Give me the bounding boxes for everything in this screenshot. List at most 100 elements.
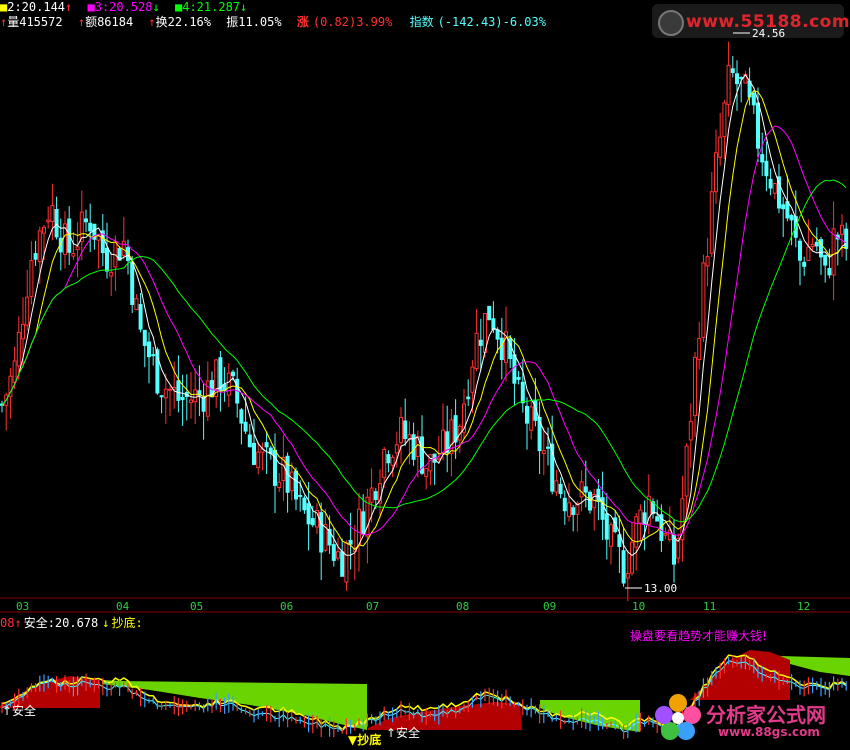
candle-body: [730, 68, 735, 74]
candle-body: [386, 454, 391, 464]
candle-body: [252, 442, 256, 465]
candle-body: [75, 246, 80, 251]
candle-body: [256, 451, 261, 469]
safe-marker: ↑安全: [386, 725, 420, 740]
candle-body: [54, 209, 59, 238]
candle-body: [163, 388, 168, 399]
candle-body: [567, 502, 571, 517]
candle-body: [642, 512, 647, 525]
candle-body: [50, 205, 55, 222]
candle-body: [701, 262, 706, 338]
candle-body: [109, 271, 114, 277]
candle-body: [621, 550, 626, 584]
bottom-marker: ▼抄底: [348, 732, 381, 747]
candle-body: [231, 371, 235, 377]
candle-body: [478, 339, 483, 346]
candle-body: [29, 260, 34, 297]
candle-body: [512, 354, 517, 384]
watermark-88gs: 分析家公式网 www.88gs.com: [648, 685, 848, 747]
candle-body: [130, 261, 135, 305]
candle-body: [638, 509, 643, 525]
candle-body: [218, 357, 223, 391]
candle-body: [37, 230, 42, 263]
candle-body: [667, 529, 672, 541]
candle-body: [470, 366, 475, 393]
candle-body: [201, 396, 206, 412]
candle-body: [579, 481, 584, 498]
candle-body: [294, 470, 298, 500]
candle-body: [105, 247, 109, 272]
candle-body: [487, 305, 492, 321]
candle-body: [529, 406, 534, 431]
candle-body: [546, 446, 550, 449]
candle-body: [625, 573, 630, 579]
candle-body: [340, 551, 345, 577]
candle-body: [176, 380, 181, 401]
ma10-line: [1, 90, 847, 551]
candle-body: [96, 235, 101, 241]
slogan-text: 操盘要看趋势才能赚大钱!: [630, 629, 767, 643]
candle-body: [46, 219, 51, 223]
candle-body: [466, 396, 471, 400]
candle-body: [373, 491, 378, 501]
candle-body: [840, 224, 844, 235]
candle-body: [298, 494, 303, 497]
candle-body: [663, 533, 668, 536]
candle-body: [525, 405, 529, 424]
candle-body: [361, 511, 366, 535]
candle-body: [151, 354, 156, 357]
candle-body: [588, 491, 592, 511]
candle-body: [399, 416, 403, 443]
candle-body: [193, 389, 198, 403]
candle-body: [25, 296, 30, 326]
indicator-prefix: 08: [0, 616, 15, 630]
candle-body: [772, 183, 777, 194]
candle-body: [768, 178, 773, 189]
candle-body: [33, 253, 38, 260]
candle-body: [751, 92, 756, 106]
candle-body: [159, 395, 164, 398]
candle-body: [596, 488, 601, 502]
candle-body: [441, 429, 445, 455]
candle-body: [630, 541, 634, 574]
down-arrow-icon: ↓: [102, 616, 110, 630]
candle-body: [394, 444, 399, 454]
candle-body: [571, 507, 576, 515]
candle-body: [789, 214, 794, 221]
x-label-05: 05: [190, 600, 204, 613]
candle-body: [71, 252, 76, 257]
candle-body: [147, 341, 151, 358]
candle-body: [121, 240, 126, 256]
candle-body: [21, 323, 25, 340]
x-label-11: 11: [703, 600, 717, 613]
candle-body: [336, 551, 340, 559]
candle-body: [84, 218, 88, 223]
candle-body: [705, 256, 710, 267]
candle-body: [672, 535, 676, 565]
candle-body: [390, 456, 395, 466]
x-label-07: 07: [366, 600, 380, 613]
indicator-header: 08↑ 安全:20.678 ↓ 抄底:: [0, 614, 147, 630]
high-price-label: 24.56: [752, 27, 785, 40]
candle-body: [243, 421, 248, 432]
candle-body: [756, 102, 760, 149]
x-label-06: 06: [280, 600, 294, 613]
candle-body: [814, 241, 819, 247]
candle-body: [16, 331, 21, 367]
candle-body: [134, 298, 139, 311]
x-label-08: 08: [456, 600, 470, 613]
bottom-label: 抄底:: [111, 616, 143, 630]
stock-chart-window: ■2:20.144↑ ■3:20.528↓ ■4:21.287↓ ↑量41557…: [0, 0, 850, 750]
candle-body: [348, 539, 353, 545]
candle-body: [562, 497, 567, 512]
low-price-label: 13.00: [644, 582, 677, 595]
candle-body: [264, 442, 269, 448]
candle-body: [844, 228, 849, 249]
candle-body: [138, 304, 143, 330]
candle-body: [88, 222, 93, 232]
candle-body: [357, 508, 361, 546]
candle-body: [180, 396, 185, 401]
safe-marker: ↑安全: [2, 703, 36, 718]
x-label-03: 03: [16, 600, 30, 613]
candle-body: [247, 434, 252, 448]
